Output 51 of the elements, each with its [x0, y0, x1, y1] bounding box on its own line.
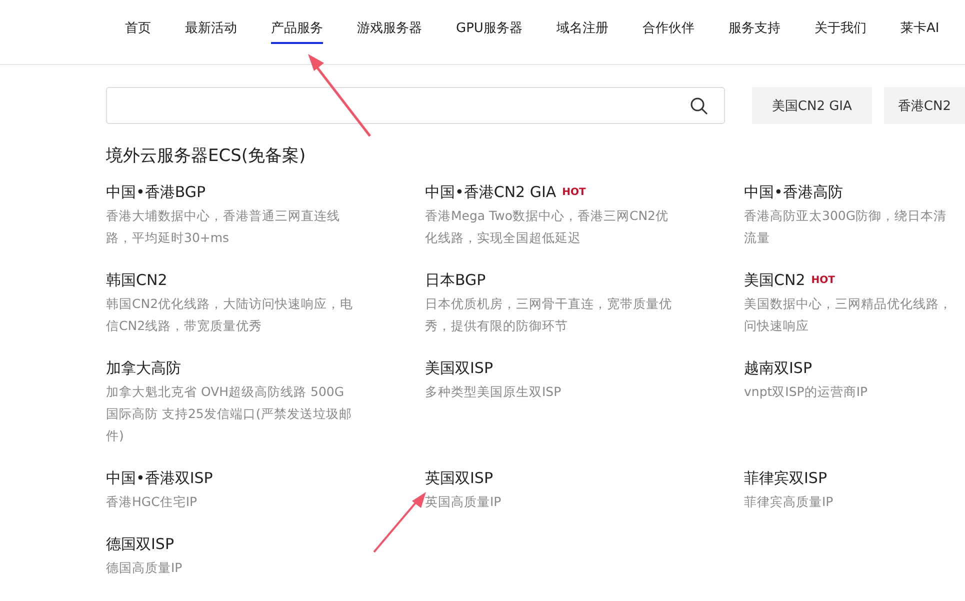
- product-description: 问快速响应: [744, 317, 810, 335]
- product-link[interactable]: 中国•香港高防: [744, 182, 843, 202]
- nav-tab[interactable]: 首页: [108, 0, 168, 45]
- product-description: 日本优质机房，三网骨干直连，宽带质量优: [425, 295, 673, 313]
- product-link[interactable]: 加拿大高防: [106, 358, 181, 378]
- product-description: 件): [106, 427, 125, 445]
- nav-tab[interactable]: 最新活动: [168, 0, 254, 45]
- product-description: 美国数据中心，三网精品优化线路，: [744, 295, 953, 313]
- product-description: 香港Mega Two数据中心，香港三网CN2优: [425, 207, 670, 225]
- product-description: 加拿大魁北克省 OVH超级高防线路 500G: [106, 383, 346, 401]
- hot-label: HOT: [562, 186, 586, 198]
- product-link[interactable]: 日本BGP: [425, 270, 486, 290]
- product-description: 菲律宾高质量IP: [744, 493, 834, 511]
- nav-tab[interactable]: 莱卡AI: [883, 0, 956, 45]
- product-description: vnpt双ISP的运营商IP: [744, 383, 869, 401]
- nav-tab[interactable]: GPU服务器: [439, 0, 540, 45]
- product-description: 路，平均延时30+ms: [106, 229, 230, 247]
- nav-tab[interactable]: 游戏服务器: [340, 0, 439, 45]
- nav-tab[interactable]: 产品服务: [254, 0, 340, 45]
- search-field[interactable]: [106, 87, 725, 124]
- product-link[interactable]: 韩国CN2: [106, 270, 168, 290]
- nav-tab[interactable]: 合作伙伴: [625, 0, 712, 45]
- nav-tab[interactable]: 服务支持: [711, 0, 798, 45]
- product-description: 香港高防亚太300G防御，绕日本清: [744, 207, 948, 225]
- quick-search-tag[interactable]: 香港CN2: [884, 87, 965, 124]
- product-link[interactable]: 美国双ISP: [425, 358, 493, 378]
- product-description: 信CN2线路，带宽质量优秀: [106, 317, 264, 335]
- product-description: 秀，提供有限的防御环节: [425, 317, 569, 335]
- product-link[interactable]: 越南双ISP: [744, 358, 812, 378]
- product-link[interactable]: 美国CN2: [744, 270, 806, 290]
- product-description: 多种类型美国原生双ISP: [425, 383, 562, 401]
- hot-label: HOT: [811, 274, 835, 286]
- nav-tab[interactable]: 域名注册: [539, 0, 626, 45]
- section-title: 境外云服务器ECS(免备案): [106, 145, 307, 167]
- product-description: 英国高质量IP: [425, 493, 502, 511]
- product-link[interactable]: 英国双ISP: [425, 468, 493, 488]
- search-icon[interactable]: [690, 96, 708, 114]
- nav-tab[interactable]: 关于我们: [797, 0, 884, 45]
- product-link[interactable]: 中国•香港BGP: [106, 182, 206, 202]
- product-link[interactable]: 菲律宾双ISP: [744, 468, 827, 488]
- product-description: 德国高质量IP: [106, 559, 184, 577]
- product-description: 国际高防 支持25发信端口(严禁发送垃圾邮: [106, 405, 353, 423]
- quick-search-tag[interactable]: 美国CN2 GIA: [752, 87, 872, 124]
- product-description: 香港大埔数据中心，香港普通三网直连线: [106, 207, 341, 225]
- product-link[interactable]: 中国•香港CN2 GIA: [425, 182, 556, 202]
- product-description: 化线路，实现全国超低延迟: [425, 229, 582, 247]
- product-link[interactable]: 中国•香港双ISP: [106, 468, 213, 488]
- product-description: 韩国CN2优化线路，大陆访问快速响应，电: [106, 295, 354, 313]
- product-description: 流量: [744, 229, 771, 247]
- product-description: 香港HGC住宅IP: [106, 493, 198, 511]
- product-link[interactable]: 德国双ISP: [106, 534, 174, 554]
